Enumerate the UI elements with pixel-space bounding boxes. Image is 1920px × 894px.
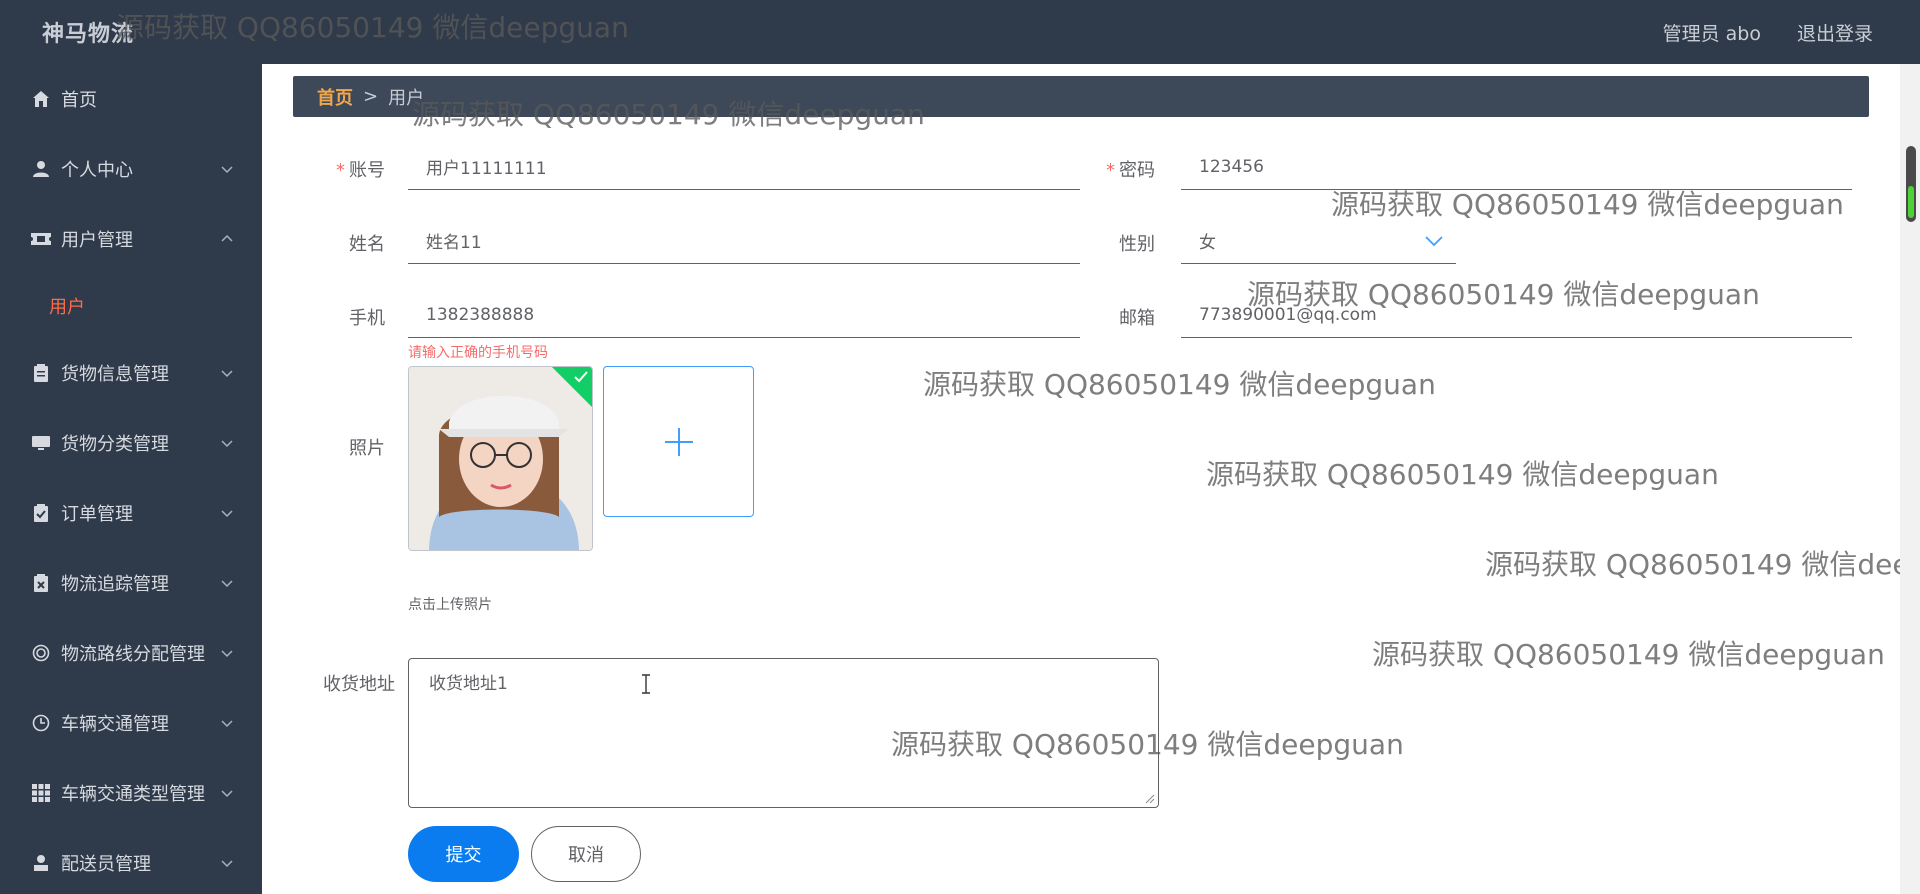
account-input[interactable]: 用户11111111 — [408, 144, 1080, 190]
sidebar-item-label: 物流路线分配管理 — [61, 644, 205, 665]
sidebar-item-label: 用户管理 — [61, 230, 133, 251]
sidebar-item-label: 订单管理 — [61, 504, 133, 525]
watermark-text: 源码获取 QQ86050149 微信deepguan — [1372, 638, 1885, 671]
top-bar-right: 管理员 abo 退出登录 — [1627, 19, 1873, 46]
watermark-text: 源码获取 QQ86050149 微信deepguan — [116, 11, 629, 44]
breadcrumb-separator: > — [363, 86, 379, 107]
person-icon — [31, 853, 51, 873]
sidebar-item-user-management[interactable]: 用户管理 — [0, 204, 262, 274]
watermark-text: 源码获取 QQ86050149 微信deepguan — [1247, 278, 1760, 311]
watermark-text: 源码获取 QQ86050149 微信deepguan — [412, 98, 925, 131]
watermark-text: 源码获取 QQ86050149 微信deepguan — [891, 728, 1404, 761]
clipboard-icon — [31, 363, 51, 383]
address-label: 收货地址 — [323, 674, 395, 695]
uploaded-photo[interactable] — [408, 366, 593, 551]
chevron-down-icon — [221, 650, 233, 658]
phone-input[interactable]: 1382388888 — [408, 292, 1080, 338]
watermark-text: 源码获取 QQ86050149 微信deepguan — [923, 368, 1436, 401]
name-label: 姓名 — [349, 234, 385, 255]
gender-label: 性别 — [1119, 234, 1155, 255]
phone-label: 手机 — [349, 308, 385, 329]
circle-icon — [31, 643, 51, 663]
home-icon — [31, 89, 51, 109]
sidebar-item-logistics-tracking[interactable]: 物流追踪管理 — [0, 548, 262, 618]
plus-icon — [664, 427, 693, 456]
address-value: 收货地址1 — [429, 674, 508, 694]
sidebar-item-label: 货物信息管理 — [61, 364, 169, 385]
scrollbar-thumb-indicator — [1908, 186, 1914, 218]
sidebar-item-label: 物流追踪管理 — [61, 574, 169, 595]
upload-photo-button[interactable] — [603, 366, 754, 517]
current-user: 管理员 abo — [1662, 22, 1761, 45]
sidebar-subitem-user[interactable]: 用户 — [0, 274, 262, 338]
chevron-down-icon — [221, 440, 233, 448]
chevron-down-icon — [1425, 236, 1443, 247]
watermark-text: 源码获取 QQ86050149 微信deepguan — [1331, 188, 1844, 221]
chevron-down-icon — [221, 166, 233, 174]
clock-icon — [31, 713, 51, 733]
sidebar: 首页 个人中心 用户管理 用户 货物信息管理 货物分类管理 订单管理 物流追踪管… — [0, 64, 262, 894]
sidebar-item-label: 车辆交通管理 — [61, 714, 169, 735]
sidebar-item-home[interactable]: 首页 — [0, 64, 262, 134]
sidebar-item-orders[interactable]: 订单管理 — [0, 478, 262, 548]
sidebar-item-label: 首页 — [61, 90, 97, 111]
sidebar-item-courier[interactable]: 配送员管理 — [0, 828, 262, 894]
chevron-down-icon — [221, 790, 233, 798]
ticket-icon — [31, 229, 51, 249]
gender-select[interactable]: 女 — [1181, 218, 1456, 264]
grid-icon — [31, 783, 51, 803]
chevron-down-icon — [221, 580, 233, 588]
photo-label: 照片 — [349, 438, 385, 459]
sidebar-item-personal-center[interactable]: 个人中心 — [0, 134, 262, 204]
delete-clipboard-icon — [31, 573, 51, 593]
breadcrumb-home[interactable]: 首页 — [317, 84, 353, 110]
sidebar-item-label: 配送员管理 — [61, 854, 151, 875]
name-input[interactable]: 姓名11 — [408, 218, 1080, 264]
sidebar-item-label: 个人中心 — [61, 160, 133, 181]
sidebar-item-route-allocation[interactable]: 物流路线分配管理 — [0, 618, 262, 688]
sidebar-item-label: 车辆交通类型管理 — [61, 784, 205, 805]
user-form: * 账号 用户11111111 * 密码 123456 姓名 姓名11 性别 女 手… — [293, 126, 1869, 894]
cancel-button[interactable]: 取消 — [531, 826, 641, 882]
resize-handle-icon[interactable] — [1145, 794, 1155, 804]
monitor-icon — [31, 433, 51, 453]
chevron-up-icon — [221, 234, 233, 242]
chevron-down-icon — [221, 720, 233, 728]
sidebar-item-goods-category[interactable]: 货物分类管理 — [0, 408, 262, 478]
text-cursor-icon — [642, 674, 650, 694]
sidebar-item-vehicle-traffic[interactable]: 车辆交通管理 — [0, 688, 262, 758]
chevron-down-icon — [221, 510, 233, 518]
logout-link[interactable]: 退出登录 — [1797, 19, 1873, 46]
gender-selected-value: 女 — [1199, 233, 1216, 253]
check-icon — [574, 371, 588, 383]
sidebar-item-vehicle-type[interactable]: 车辆交通类型管理 — [0, 758, 262, 828]
checklist-icon — [31, 503, 51, 523]
sidebar-item-label: 货物分类管理 — [61, 434, 169, 455]
chevron-down-icon — [221, 370, 233, 378]
upload-tip: 点击上传照片 — [408, 597, 492, 613]
password-label: * 密码 — [1106, 160, 1155, 181]
user-icon — [31, 159, 51, 179]
watermark-text: 源码获取 QQ86050149 微信deepguan — [1485, 548, 1900, 581]
email-label: 邮箱 — [1119, 308, 1155, 329]
submit-button[interactable]: 提交 — [408, 826, 519, 882]
account-label: * 账号 — [336, 160, 385, 181]
chevron-down-icon — [221, 860, 233, 868]
watermark-text: 源码获取 QQ86050149 微信deepguan — [1206, 458, 1719, 491]
sidebar-item-goods-info[interactable]: 货物信息管理 — [0, 338, 262, 408]
phone-error-message: 请输入正确的手机号码 — [408, 345, 548, 361]
